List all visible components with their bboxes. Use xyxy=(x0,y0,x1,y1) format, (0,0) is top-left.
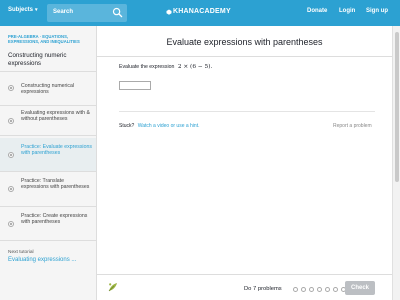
page-scrollbar[interactable] xyxy=(392,26,400,300)
signup-link[interactable]: Sign up xyxy=(366,8,388,14)
donate-link[interactable]: Donate xyxy=(307,8,327,14)
hint-link[interactable]: Watch a video or use a hint. xyxy=(138,123,200,129)
video-node-icon xyxy=(8,118,14,124)
math-expression: 2 × (6 − 5). xyxy=(177,64,213,70)
top-nav-bar: Subjects ▾ Search KHANACADEMY Donate Log… xyxy=(0,0,400,26)
check-button[interactable]: Check xyxy=(345,281,375,295)
exercise-node-icon xyxy=(8,152,14,158)
goal-text: Do 7 problems xyxy=(244,286,282,292)
next-tutorial-link[interactable]: Evaluating expressions ... xyxy=(8,257,94,263)
sidebar-item-label: Practice: Evaluate expressions with pare… xyxy=(21,144,92,156)
exercise-node-icon xyxy=(8,186,14,192)
progress-dot xyxy=(325,287,330,292)
sidebar-item-label: Practice: Translate expressions with par… xyxy=(21,178,90,190)
search-box[interactable]: Search xyxy=(47,4,127,22)
sidebar-item-label: Practice: Create expressions with parent… xyxy=(21,213,88,225)
logo-text: KHANACADEMY xyxy=(173,8,231,15)
sidebar-item-label: Constructing numerical expressions xyxy=(21,83,75,95)
sidebar-item-label: Evaluating expressions with & without pa… xyxy=(21,110,90,122)
divider xyxy=(97,56,392,57)
breadcrumb[interactable]: PRE-ALGEBRA · EQUATIONS, EXPRESSIONS, AN… xyxy=(8,34,94,45)
stuck-row: Stuck? Watch a video or use a hint. xyxy=(119,123,199,129)
login-link[interactable]: Login xyxy=(339,8,355,14)
stuck-label: Stuck? xyxy=(119,123,135,129)
progress-dot xyxy=(309,287,314,292)
progress-dot xyxy=(333,287,338,292)
prompt-text: Evaluate the expression xyxy=(119,64,175,70)
next-tutorial-label: Next tutorial xyxy=(8,250,34,255)
exercise-area: Evaluate expressions with parentheses Ev… xyxy=(97,26,392,300)
sidebar-item-practice-create[interactable]: Practice: Create expressions with parent… xyxy=(0,207,96,241)
tutorial-title: Constructing numeric expressions xyxy=(8,52,67,67)
progress-dot xyxy=(317,287,322,292)
chevron-down-icon: ▾ xyxy=(35,7,38,13)
subjects-menu[interactable]: Subjects ▾ xyxy=(8,7,38,13)
sidebar-item-constructing[interactable]: Constructing numerical expressions xyxy=(0,72,96,106)
leaf-icon xyxy=(166,9,172,15)
sidebar-item-evaluating[interactable]: Evaluating expressions with & without pa… xyxy=(0,106,96,136)
report-problem-link[interactable]: Report a problem xyxy=(333,123,372,129)
sidebar-item-practice-translate[interactable]: Practice: Translate expressions with par… xyxy=(0,172,96,207)
progress-dot xyxy=(293,287,298,292)
tutorial-sidebar: PRE-ALGEBRA · EQUATIONS, EXPRESSIONS, AN… xyxy=(0,26,97,300)
video-node-icon xyxy=(8,85,14,91)
subjects-label: Subjects xyxy=(8,7,34,13)
divider xyxy=(119,111,375,112)
search-icon[interactable] xyxy=(112,7,123,18)
exercise-title: Evaluate expressions with parentheses xyxy=(166,37,323,47)
exercise-node-icon xyxy=(8,221,14,227)
progress-dots xyxy=(293,287,346,292)
scratchpad-icon[interactable] xyxy=(107,281,119,293)
search-placeholder: Search xyxy=(53,9,74,15)
sidebar-item-practice-evaluate[interactable]: Practice: Evaluate expressions with pare… xyxy=(0,138,96,172)
khan-academy-logo[interactable]: KHANACADEMY xyxy=(166,8,231,15)
exercise-footer: Do 7 problems Check xyxy=(97,274,392,300)
scrollbar-thumb[interactable] xyxy=(395,32,399,182)
progress-dot xyxy=(301,287,306,292)
question-prompt: Evaluate the expression 2 × (6 − 5). xyxy=(119,64,212,70)
answer-input[interactable] xyxy=(119,81,151,90)
